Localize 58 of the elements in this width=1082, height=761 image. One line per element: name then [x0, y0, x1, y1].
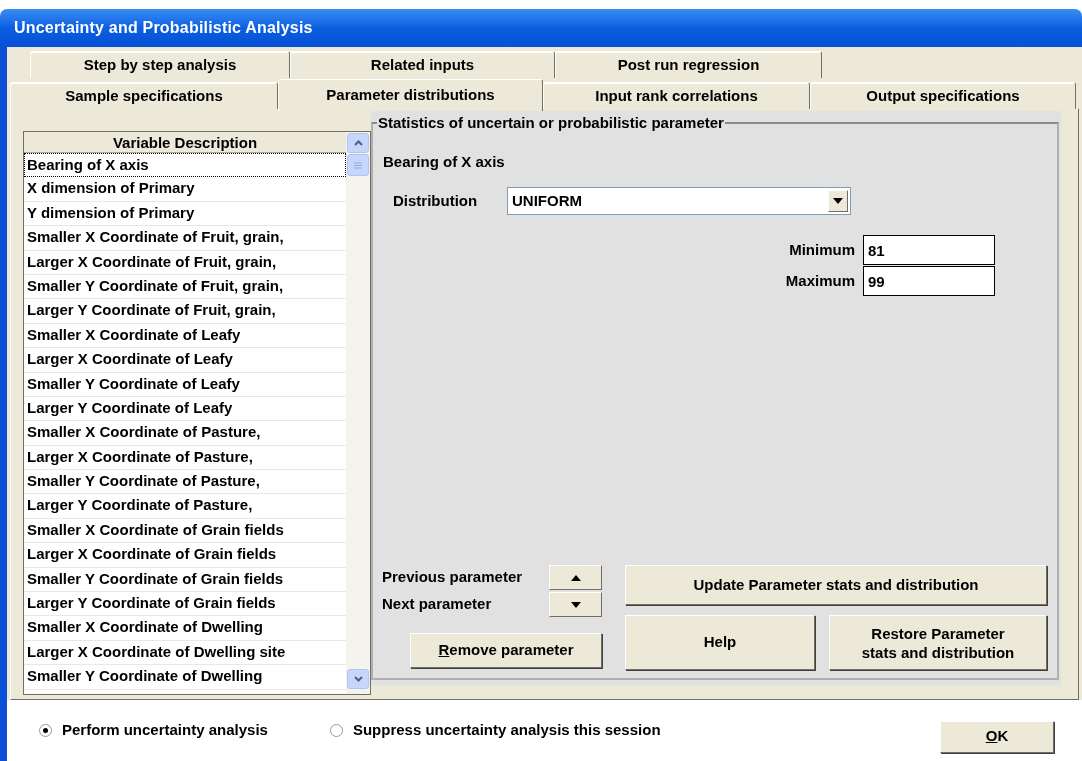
list-item[interactable]: Bearing of X axis — [24, 153, 346, 178]
scroll-down-icon[interactable] — [347, 669, 369, 689]
list-item[interactable]: Larger X Coordinate of Leafy — [24, 348, 346, 373]
down-triangle-icon — [570, 601, 581, 608]
list-item[interactable]: Smaller X Coordinate of Fruit, grain, — [24, 226, 346, 251]
list-item[interactable]: Larger X Coordinate of Grain fields — [24, 543, 346, 568]
list-item[interactable]: Larger Y Coordinate of Fruit, grain, — [24, 299, 346, 324]
list-item[interactable]: Larger X Coordinate of Fruit, grain, — [24, 250, 346, 275]
help-button[interactable]: Help — [625, 615, 815, 670]
list-item[interactable]: Larger Y Coordinate of Pasture, — [24, 494, 346, 519]
list-item[interactable]: Smaller Y Coordinate of Grain fields — [24, 567, 346, 593]
update-button[interactable]: Update Parameter stats and distribution — [625, 565, 1047, 605]
up-triangle-icon — [570, 574, 581, 581]
down-arrow-button[interactable] — [549, 592, 602, 617]
column-header: Variable Description — [24, 132, 346, 153]
tab[interactable]: Sample specifications — [10, 82, 278, 109]
value-field[interactable]: 99 — [863, 266, 995, 296]
nav-label: Previous parameter — [382, 567, 523, 588]
list-item[interactable]: Y dimension of Primary — [24, 201, 346, 227]
nav-label: Next parameter — [382, 594, 492, 615]
radio-button[interactable] — [39, 724, 52, 737]
ok-button[interactable]: OK — [940, 720, 1054, 753]
tab[interactable]: Post run regression — [555, 51, 822, 78]
tab[interactable]: Output specifications — [810, 82, 1076, 109]
scroll-thumb[interactable] — [347, 154, 369, 176]
list-item[interactable]: Smaller X Coordinate of Pasture, — [24, 421, 346, 446]
tab[interactable]: Step by step analysis — [30, 51, 290, 78]
list-item[interactable]: Larger Y Coordinate of Grain fields — [24, 592, 346, 617]
restore-button[interactable]: Restore Parameter stats and distribution — [829, 615, 1047, 670]
window-title: Uncertainty and Probabilistic Analysis — [14, 18, 313, 38]
value-field[interactable]: 81 — [863, 235, 995, 265]
tab[interactable]: Parameter distributions — [278, 79, 543, 111]
list-item[interactable]: Smaller Y Coordinate of Pasture, — [24, 470, 346, 495]
parameter-name: Bearing of X axis — [383, 151, 506, 172]
up-arrow-button[interactable] — [549, 565, 602, 590]
field-label: Minimum — [789, 239, 855, 260]
radio-label[interactable]: Suppress uncertainty analysis this session — [352, 719, 661, 742]
tab[interactable]: Input rank correlations — [543, 82, 810, 109]
field-label: Maximum — [785, 270, 855, 291]
scroll-up-icon[interactable] — [347, 133, 369, 153]
list-item[interactable]: Smaller Y Coordinate of Fruit, grain, — [24, 274, 346, 300]
radio-button[interactable] — [329, 724, 343, 737]
list-item[interactable]: Smaller Y Coordinate of Dwelling — [24, 665, 346, 690]
list-item[interactable]: Larger X Coordinate of Dwelling site — [24, 640, 346, 666]
distribution-dropdown[interactable]: UNIFORM — [507, 187, 851, 215]
list-item[interactable]: Larger Y Coordinate of Leafy — [24, 396, 346, 422]
distribution-label: Distribution — [393, 190, 479, 211]
radio-label[interactable]: Perform uncertainty analysis — [62, 719, 268, 742]
scrollbar[interactable] — [346, 132, 370, 694]
remove-parameter-button[interactable]: Remove parameter — [410, 633, 602, 668]
group-title: Statistics of uncertain or probabilistic parameter — [377, 113, 725, 133]
list-item[interactable]: Larger X Coordinate of Pasture, — [24, 445, 346, 471]
list-item[interactable]: X dimension of Primary — [24, 177, 346, 202]
list-item[interactable]: Smaller Y Coordinate of Leafy — [24, 372, 346, 397]
list-item[interactable]: Smaller X Coordinate of Grain fields — [24, 518, 346, 544]
list-item[interactable]: Smaller X Coordinate of Dwelling — [24, 616, 346, 641]
list-item[interactable]: Smaller X Coordinate of Leafy — [24, 323, 346, 349]
tab[interactable]: Related inputs — [290, 51, 555, 78]
